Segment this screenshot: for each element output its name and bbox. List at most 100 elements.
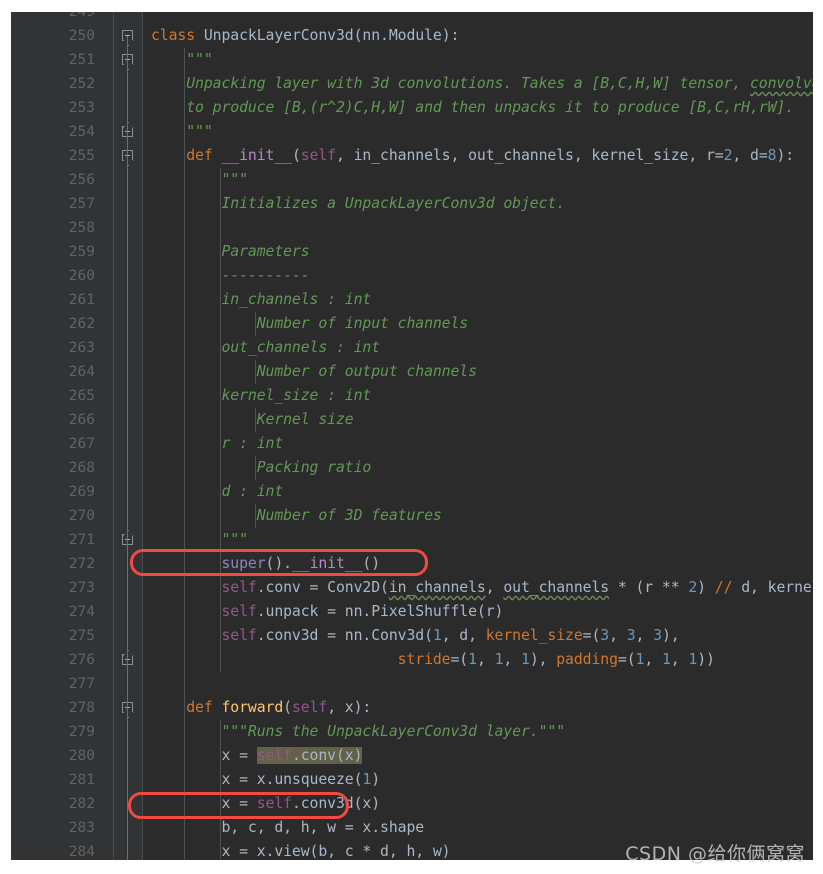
line-number: 276 [68,652,95,668]
code-token: super [221,555,266,572]
indent-guide [219,744,221,768]
line-number: 275 [68,628,95,644]
code-line[interactable]: x = x.unsqueeze(1) [151,768,380,792]
code-token: ): [776,147,795,164]
code-line[interactable]: self.conv = Conv2D(in_channels, out_chan… [151,576,813,600]
code-token: """ [151,171,248,188]
indent-guide [219,528,221,552]
code-token: stride [397,651,451,668]
code-token: (nn.Module): [353,27,460,44]
line-number: 257 [68,196,95,212]
code-line[interactable]: Number of output channels [151,360,477,384]
code-line[interactable]: x = x.view(b, c * d, h, w) [151,840,451,860]
line-number: 272 [68,556,95,572]
code-line[interactable]: Number of input channels [151,312,469,336]
code-token: , d, [441,627,486,644]
code-token: self [256,795,292,812]
indent-guide [184,528,186,552]
code-token: , [485,579,504,596]
indent-guide [184,480,186,504]
line-number: 262 [68,316,95,332]
indent-guide [184,336,186,360]
fold-region-rail [127,36,128,860]
indent-guide [219,456,221,480]
code-line[interactable]: b, c, d, h, w = x.shape [151,816,424,840]
code-token: """ [151,531,248,548]
indent-guide [184,432,186,456]
code-line[interactable]: super().__init__() [151,552,380,576]
code-line[interactable]: r : int [151,432,283,456]
code-line[interactable]: """ [151,48,213,72]
indent-guide [184,288,186,312]
code-token: d : int [151,483,284,500]
code-line[interactable]: Initializes a UnpackLayerConv3d object. [151,192,565,216]
code-line[interactable]: Number of 3D features [151,504,442,528]
code-token: Initializes a UnpackLayerConv3d object. [151,195,565,212]
code-token: self [291,699,328,716]
indent-guide [184,96,186,120]
line-number: 256 [68,172,95,188]
code-line[interactable]: def __init__(self, in_channels, out_chan… [151,144,794,168]
code-token: , [476,651,495,668]
code-line[interactable]: """ [151,168,248,192]
code-token: __init__ [291,555,363,572]
indent-guide [219,384,221,408]
code-line[interactable]: x = self.conv(x) [151,744,363,768]
code-line[interactable]: to produce [B,(r^2)C,H,W] and then unpac… [151,96,794,120]
code-token: padding [556,651,618,668]
code-line[interactable]: self.unpack = nn.PixelShuffle(r) [151,600,503,624]
code-line[interactable]: self.conv3d = nn.Conv3d(1, d, kernel_siz… [151,624,679,648]
code-token: to produce [B,(r^2)C,H,W] and then unpac… [151,99,795,116]
code-line[interactable]: Parameters [151,240,309,264]
line-number: 277 [68,676,95,692]
code-token: ) [371,771,381,788]
code-line[interactable]: class UnpackLayerConv3d(nn.Module): [151,24,459,48]
indent-guide [219,624,221,648]
code-line[interactable]: ---------- [151,264,310,288]
indent-guide [184,672,186,696]
editor-top-clip [11,0,813,12]
code-line[interactable]: stride=(1, 1, 1), padding=(1, 1, 1)) [151,648,715,672]
line-number: 273 [68,580,95,596]
indent-guide [219,792,221,816]
indent-guide [184,240,186,264]
code-token: 1 [688,651,698,668]
indent-guide [184,408,186,432]
code-token: self [221,627,257,644]
line-number: 253 [68,100,95,116]
indent-guide [184,312,186,336]
code-token: """Runs the UnpackLayerConv3d layer.""" [151,723,565,740]
code-token: ---------- [151,267,310,284]
code-token: r : int [151,435,284,452]
code-line[interactable]: """Runs the UnpackLayerConv3d layer.""" [151,720,565,744]
code-token: , [644,651,662,668]
code-editor[interactable]: 249 250 class UnpackLayerConv3d(nn.Module)… [11,12,813,860]
indent-guide [219,816,221,840]
code-token: x = x.view(b, c * d, h, w) [151,843,451,860]
code-line[interactable]: """ [151,120,213,144]
indent-guide [219,240,221,264]
code-line[interactable]: x = self.conv3d(x) [151,792,380,816]
indent-guide [254,456,256,480]
line-number: 270 [68,508,95,524]
line-number: 268 [68,460,95,476]
code-token: b, c, d, h, w = x.shape [151,819,425,836]
code-token: x = x.unsqueeze( [151,771,363,788]
indent-guide [184,144,186,168]
line-number: 258 [68,220,95,236]
indent-guide [219,504,221,528]
code-line[interactable]: d : int [151,480,283,504]
indent-guide [219,600,221,624]
code-line[interactable]: out_channels : int [151,336,380,360]
code-folding-strip[interactable] [114,12,142,860]
indent-guide [184,552,186,576]
code-token: Unpacking layer with 3d convolutions. Ta… [151,75,750,92]
line-number: 280 [68,748,95,764]
code-line[interactable]: Kernel size [151,408,354,432]
code-token: x = [151,747,257,764]
code-line[interactable]: """ [151,528,248,552]
code-line[interactable]: Unpacking layer with 3d convolutions. Ta… [151,72,813,96]
indent-guide [184,360,186,384]
line-number: 255 [68,148,95,164]
